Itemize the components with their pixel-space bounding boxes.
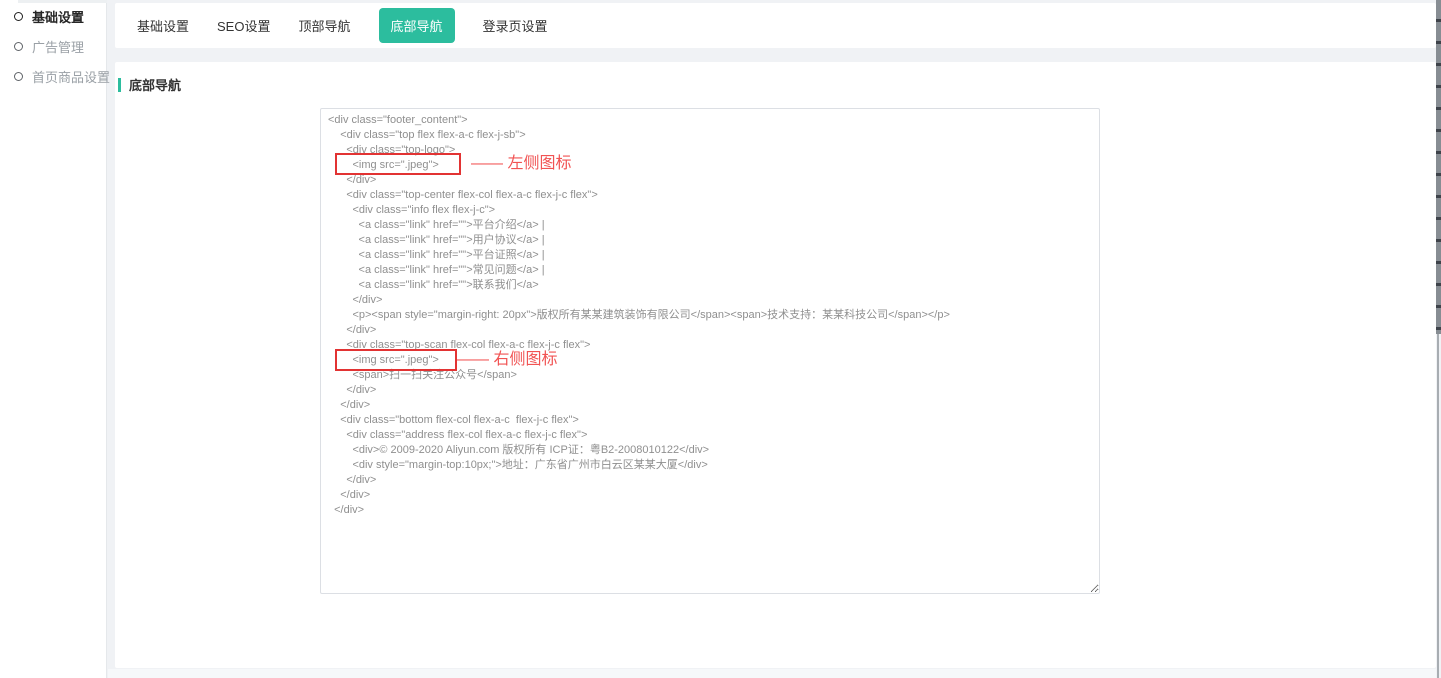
sidebar-top-divider [18, 0, 107, 3]
tab-seo-settings[interactable]: SEO设置 [217, 16, 270, 35]
section-title: 底部导航 [129, 75, 181, 94]
page-bottom-strip [108, 669, 1436, 678]
tab-basic-settings[interactable]: 基础设置 [137, 16, 189, 35]
circle-icon [14, 42, 23, 51]
sidebar-item-basic-settings[interactable]: 基础设置 [0, 1, 106, 31]
section-header: 底部导航 [118, 75, 181, 94]
sidebar-menu: 基础设置 广告管理 首页商品设置 [0, 0, 106, 91]
tab-top-nav[interactable]: 顶部导航 [298, 16, 350, 35]
sidebar: 基础设置 广告管理 首页商品设置 [0, 0, 107, 678]
right-edge-line [1437, 334, 1439, 678]
footer-nav-panel: 底部导航 <div class="footer_content"> <div c… [115, 62, 1436, 668]
tab-footer-nav[interactable]: 底部导航 [379, 8, 455, 43]
sidebar-item-home-product-settings[interactable]: 首页商品设置 [0, 61, 106, 91]
sidebar-item-label: 基础设置 [32, 7, 84, 26]
circle-icon [14, 12, 23, 21]
tab-login-page-settings[interactable]: 登录页设置 [483, 16, 548, 35]
sidebar-item-ad-management[interactable]: 广告管理 [0, 31, 106, 61]
section-accent-bar [118, 78, 121, 92]
settings-tab-bar: 基础设置 SEO设置 顶部导航 底部导航 登录页设置 [115, 3, 1436, 48]
sidebar-item-label: 首页商品设置 [32, 67, 110, 86]
right-edge-minimap-strip [1436, 0, 1441, 334]
footer-html-code-textarea[interactable]: <div class="footer_content"> <div class=… [320, 108, 1100, 594]
circle-icon [14, 72, 23, 81]
sidebar-item-label: 广告管理 [32, 37, 84, 56]
